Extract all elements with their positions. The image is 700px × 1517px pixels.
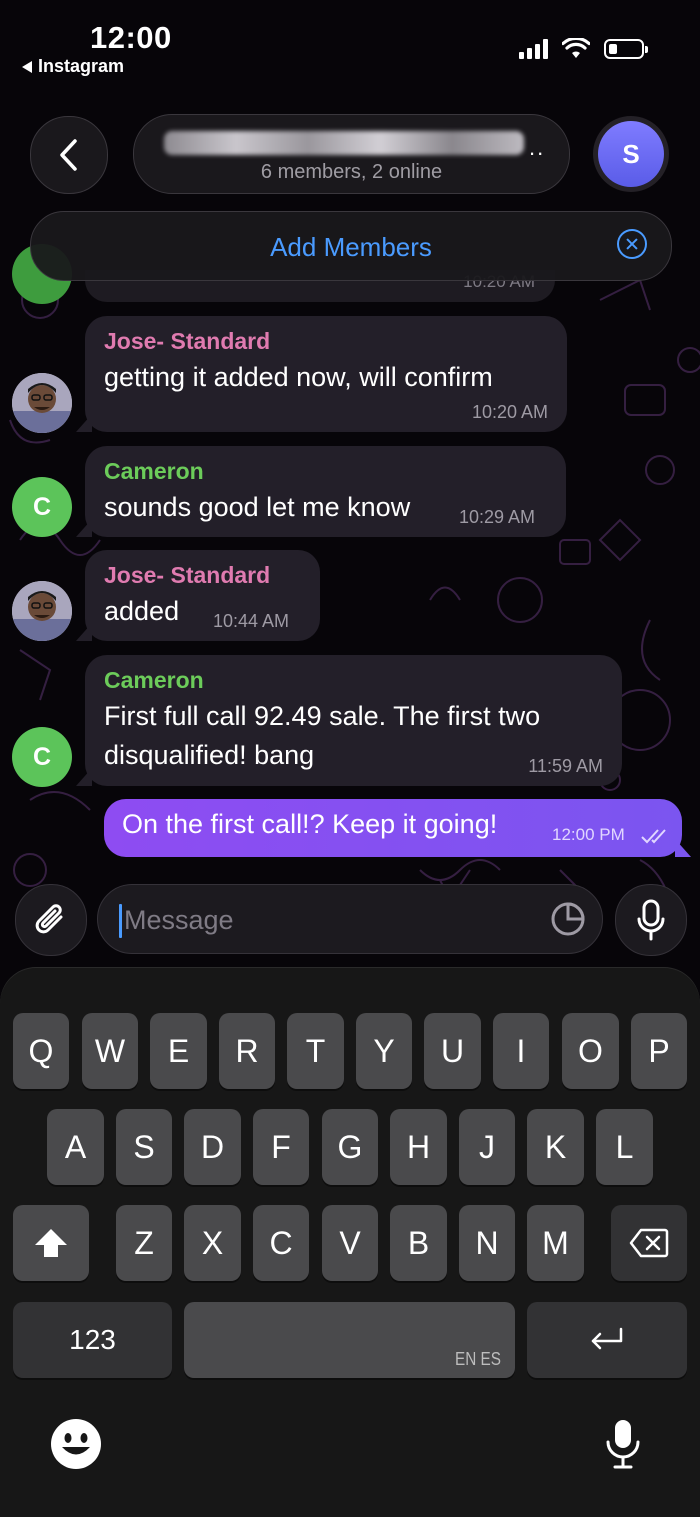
back-to-app-link[interactable]: Instagram	[22, 56, 124, 77]
message-input[interactable]	[122, 899, 526, 941]
key[interactable]: J	[459, 1109, 515, 1185]
wifi-icon	[562, 38, 590, 58]
avatar-jose[interactable]	[12, 373, 72, 433]
chat-title-pill[interactable]: .. 6 members, 2 online	[133, 114, 570, 194]
key[interactable]: M	[527, 1205, 584, 1281]
sender-name: Jose- Standard	[104, 562, 271, 588]
key[interactable]: I	[493, 1013, 549, 1089]
profile-photo-icon	[12, 373, 72, 433]
key[interactable]: C	[253, 1205, 309, 1281]
key[interactable]: X	[184, 1205, 241, 1281]
key[interactable]: Z	[116, 1205, 172, 1281]
double-check-icon	[641, 829, 666, 844]
message-time: 10:29 AM	[459, 507, 536, 527]
text-caret	[119, 904, 122, 938]
key[interactable]: H	[390, 1109, 447, 1185]
back-button[interactable]	[30, 116, 108, 194]
status-icons	[519, 38, 648, 60]
avatar-jose[interactable]	[12, 581, 72, 641]
chevron-left-icon	[60, 139, 77, 171]
message-time: 12:00 PM	[552, 825, 625, 844]
message-bubble[interactable]: Cameron sounds good let me know 10:29 AM	[76, 446, 566, 537]
attach-button[interactable]	[15, 884, 87, 956]
status-time: 12:00	[90, 20, 172, 55]
key[interactable]: Y	[356, 1013, 412, 1089]
key[interactable]: U	[424, 1013, 481, 1089]
message-text: sounds good let me know	[104, 492, 411, 522]
key[interactable]: G	[322, 1109, 378, 1185]
title-ellipsis: ..	[529, 135, 546, 160]
add-members-bar[interactable]: Add Members	[30, 211, 672, 281]
key[interactable]: B	[390, 1205, 447, 1281]
key[interactable]: T	[287, 1013, 344, 1089]
profile-photo-icon	[12, 581, 72, 641]
group-avatar[interactable]: S	[593, 116, 669, 192]
voice-message-button[interactable]	[615, 884, 687, 956]
back-app-label: Instagram	[38, 56, 125, 76]
message-text-line-2: disqualified! bang	[104, 740, 315, 770]
message-time: 11:59 AM	[528, 756, 603, 776]
add-members-button[interactable]: Add Members	[31, 232, 671, 263]
language-indicator: EN ES	[455, 1349, 501, 1369]
message-time: 10:44 AM	[213, 611, 290, 631]
key[interactable]: W	[82, 1013, 138, 1089]
return-icon	[591, 1327, 623, 1350]
key[interactable]: L	[596, 1109, 653, 1185]
sender-name: Cameron	[104, 667, 204, 693]
sender-name: Cameron	[104, 458, 204, 484]
message-time: 10:20 AM	[471, 402, 548, 422]
avatar-cameron[interactable]: C	[12, 727, 72, 787]
message-text: On the first call!? Keep it going!	[122, 809, 498, 839]
key[interactable]: S	[116, 1109, 172, 1185]
close-circle-icon[interactable]	[617, 229, 647, 259]
key[interactable]: K	[527, 1109, 584, 1185]
numbers-key[interactable]: 123	[13, 1302, 172, 1378]
message-text: added	[104, 596, 180, 626]
outgoing-message-bubble[interactable]: On the first call!? Keep it going! 12:00…	[104, 799, 691, 857]
sender-name: Jose- Standard	[104, 328, 271, 354]
message-bubble[interactable]: Jose- Standard added 10:44 AM	[76, 550, 320, 641]
message-bubble[interactable]: Cameron First full call 92.49 sale. The …	[76, 655, 622, 786]
blurred-chat-title	[164, 131, 524, 155]
space-key[interactable]: EN ES	[184, 1302, 515, 1378]
key[interactable]: P	[631, 1013, 687, 1089]
key[interactable]: N	[459, 1205, 515, 1281]
shift-key[interactable]	[13, 1205, 89, 1281]
paperclip-icon	[35, 904, 63, 934]
message-bubble[interactable]: Jose- Standard getting it added now, wil…	[76, 316, 567, 432]
key[interactable]: R	[219, 1013, 275, 1089]
back-triangle-icon	[22, 60, 32, 73]
group-avatar-initial: S	[598, 121, 664, 187]
return-key[interactable]	[527, 1302, 687, 1378]
battery-icon	[604, 39, 648, 59]
delete-key[interactable]	[611, 1205, 687, 1281]
key[interactable]: A	[47, 1109, 104, 1185]
key[interactable]: V	[322, 1205, 378, 1281]
shift-icon	[35, 1229, 67, 1257]
avatar-cameron[interactable]: C	[12, 477, 72, 537]
microphone-icon	[637, 899, 665, 941]
cellular-signal-icon	[519, 39, 548, 59]
key[interactable]: F	[253, 1109, 309, 1185]
key[interactable]: E	[150, 1013, 207, 1089]
message-text: getting it added now, will confirm	[104, 362, 493, 392]
sticker-icon[interactable]	[550, 901, 586, 937]
key[interactable]: Q	[13, 1013, 69, 1089]
key[interactable]: D	[184, 1109, 241, 1185]
message-field[interactable]	[97, 884, 603, 954]
key[interactable]: O	[562, 1013, 619, 1089]
members-status: 6 members, 2 online	[260, 161, 443, 183]
dictation-microphone-icon[interactable]	[603, 1416, 643, 1472]
emoji-icon[interactable]	[48, 1416, 104, 1472]
backspace-icon	[629, 1228, 669, 1258]
message-text-line-1: First full call 92.49 sale. The first tw…	[104, 701, 541, 731]
